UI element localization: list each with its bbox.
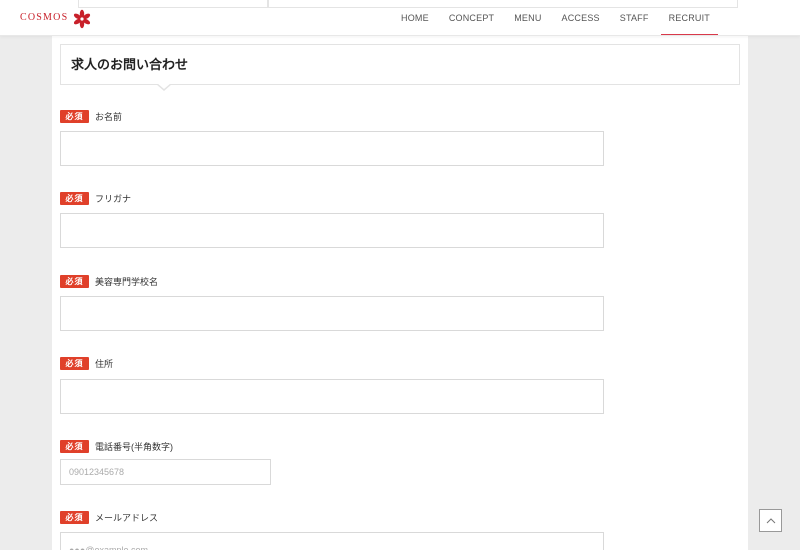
brand-name: COSMOS [20, 12, 69, 23]
field-row-furigana: 必須 フリガナ [60, 192, 131, 205]
name-input[interactable] [60, 131, 604, 166]
field-row-phone: 必須 電話番号(半角数字) [60, 440, 173, 453]
field-label-furigana: フリガナ [95, 194, 132, 204]
field-label-school: 美容専門学校名 [95, 277, 159, 287]
main-nav: HOME CONCEPT MENU ACCESS STAFF RECRUIT [391, 0, 720, 36]
required-badge: 必須 [60, 275, 89, 288]
required-badge: 必須 [60, 357, 89, 370]
required-badge: 必須 [60, 110, 89, 123]
field-label-phone: 電話番号(半角数字) [95, 442, 173, 452]
required-badge: 必須 [60, 511, 89, 524]
nav-concept[interactable]: CONCEPT [439, 0, 504, 36]
chevron-up-icon [766, 517, 775, 523]
field-row-school: 必須 美容専門学校名 [60, 275, 158, 288]
form-title-box: 求人のお問い合わせ [60, 44, 740, 85]
field-row-name: 必須 お名前 [60, 110, 122, 123]
required-badge: 必須 [60, 192, 89, 205]
furigana-input[interactable] [60, 213, 604, 248]
email-input[interactable] [60, 532, 604, 550]
nav-recruit[interactable]: RECRUIT [659, 0, 720, 36]
nav-menu[interactable]: MENU [504, 0, 551, 36]
nav-home[interactable]: HOME [391, 0, 439, 36]
school-input[interactable] [60, 296, 604, 331]
field-label-address: 住所 [95, 359, 114, 369]
phone-input[interactable] [60, 459, 271, 485]
field-label-email: メールアドレス [95, 513, 159, 523]
cosmos-flower-icon [74, 9, 91, 29]
field-row-address: 必須 住所 [60, 357, 113, 370]
required-badge: 必須 [60, 440, 89, 453]
nav-access[interactable]: ACCESS [552, 0, 610, 36]
scroll-to-top-button[interactable] [759, 509, 782, 532]
site-logo[interactable]: COSMOS [20, 7, 92, 29]
title-pointer [156, 83, 172, 91]
header-top-strip-left [78, 0, 268, 8]
field-label-name: お名前 [95, 112, 123, 122]
field-row-email: 必須 メールアドレス [60, 511, 158, 524]
site-header: COSMOS HOME CONCEPT MENU ACCESS STAFF RE… [0, 0, 800, 36]
nav-staff[interactable]: STAFF [610, 0, 659, 36]
page-title: 求人のお問い合わせ [71, 57, 189, 72]
address-input[interactable] [60, 379, 604, 414]
